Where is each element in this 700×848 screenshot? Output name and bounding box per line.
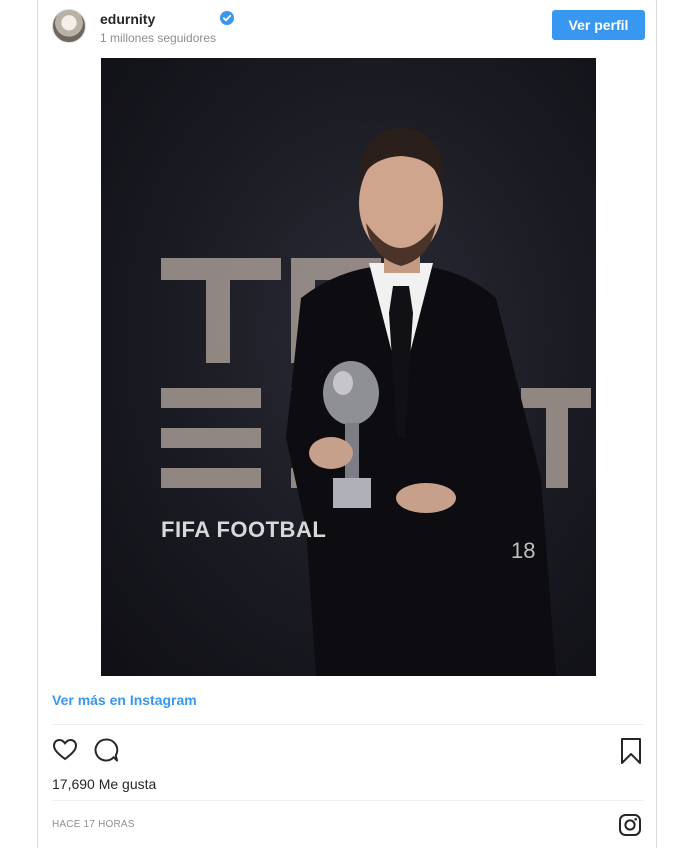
comment-icon[interactable] — [93, 737, 119, 763]
post-timestamp: HACE 17 HORAS — [52, 819, 135, 830]
divider — [52, 800, 644, 801]
view-profile-button[interactable]: Ver perfil — [552, 10, 645, 40]
instagram-embed-card: edurnity 1 millones seguidores Ver perfi… — [37, 0, 657, 848]
post-photo[interactable]: FIFA FOOTBAL 18 — [101, 58, 596, 676]
heart-icon[interactable] — [52, 737, 78, 763]
photo-scene — [161, 128, 591, 676]
divider — [52, 724, 644, 725]
verified-badge-icon — [220, 11, 234, 25]
backdrop-year: 18 — [511, 538, 536, 563]
post-header: edurnity 1 millones seguidores Ver perfi… — [38, 0, 656, 56]
instagram-logo-icon[interactable] — [618, 813, 642, 837]
backdrop-text: FIFA FOOTBAL — [161, 517, 327, 542]
avatar[interactable] — [52, 9, 86, 43]
follower-count: 1 millones seguidores — [100, 31, 217, 45]
view-more-link[interactable]: Ver más en Instagram — [52, 692, 197, 708]
username[interactable]: edurnity — [100, 11, 155, 27]
bookmark-icon[interactable] — [620, 737, 642, 765]
like-count: 17,690 Me gusta — [52, 776, 157, 792]
